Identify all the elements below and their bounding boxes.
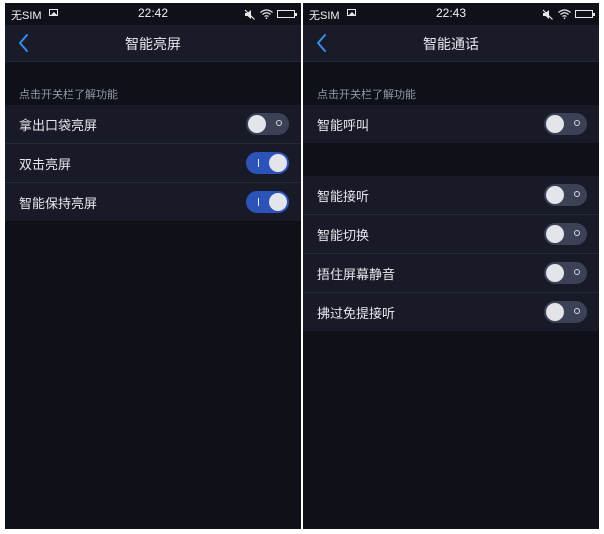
item-label: 智能切换 [317, 229, 370, 244]
left-phone-screen: 无SIM 22:42 智能亮屏 点击开关栏了解功能 拿出口袋亮屏 双击亮屏 智能… [5, 3, 301, 529]
item-label: 智能呼叫 [317, 119, 370, 134]
wifi-icon [260, 9, 273, 19]
off-mark-icon [574, 230, 580, 236]
mute-icon [542, 9, 553, 20]
toggle-knob [546, 115, 564, 133]
item-label: 智能保持亮屏 [19, 197, 98, 212]
off-mark-icon [276, 120, 282, 126]
settings-list: 拿出口袋亮屏 双击亮屏 智能保持亮屏 [5, 105, 301, 221]
list-item[interactable]: 捂住屏幕静音 [303, 254, 599, 293]
toggle-switch[interactable] [544, 262, 587, 284]
item-label: 双击亮屏 [19, 158, 72, 173]
item-label: 拂过免提接听 [317, 307, 396, 322]
list-item[interactable]: 拂过免提接听 [303, 293, 599, 331]
status-icons [542, 8, 595, 20]
wifi-icon [558, 9, 571, 19]
nav-bar: 智能通话 [303, 25, 599, 62]
toggle-knob [248, 115, 266, 133]
status-bar: 无SIM 22:43 [303, 3, 599, 25]
off-mark-icon [574, 308, 580, 314]
page-title: 智能通话 [423, 37, 479, 53]
toggle-knob [546, 225, 564, 243]
list-item[interactable]: 拿出口袋亮屏 [5, 105, 301, 144]
list-item[interactable]: 双击亮屏 [5, 144, 301, 183]
list-item[interactable]: 智能切换 [303, 215, 599, 254]
list-item[interactable]: 智能保持亮屏 [5, 183, 301, 221]
status-bar: 无SIM 22:42 [5, 3, 301, 25]
off-mark-icon [574, 191, 580, 197]
nav-bar: 智能亮屏 [5, 25, 301, 62]
list-item[interactable]: 智能呼叫 [303, 105, 599, 143]
on-mark-icon [258, 159, 259, 167]
section-header[interactable]: 点击开关栏了解功能 [303, 84, 599, 105]
mute-icon [244, 9, 255, 20]
on-mark-icon [258, 198, 259, 206]
item-label: 拿出口袋亮屏 [19, 119, 98, 134]
settings-list-group-2: 智能接听 智能切换 捂住屏幕静音 拂过免提接听 [303, 176, 599, 331]
toggle-knob [269, 193, 287, 211]
toggle-switch[interactable] [544, 184, 587, 206]
toggle-switch[interactable] [246, 191, 289, 213]
section-header[interactable]: 点击开关栏了解功能 [5, 84, 301, 105]
page-title: 智能亮屏 [125, 37, 181, 53]
item-label: 捂住屏幕静音 [317, 268, 396, 283]
off-mark-icon [574, 269, 580, 275]
toggle-switch[interactable] [246, 152, 289, 174]
off-mark-icon [574, 120, 580, 126]
list-item[interactable]: 智能接听 [303, 176, 599, 215]
status-icons [244, 8, 297, 20]
toggle-switch[interactable] [544, 223, 587, 245]
item-label: 智能接听 [317, 190, 370, 205]
toggle-knob [546, 264, 564, 282]
right-phone-screen: 无SIM 22:43 智能通话 点击开关栏了解功能 智能呼叫 智能接听 智能切换… [303, 3, 599, 529]
toggle-switch[interactable] [544, 301, 587, 323]
toggle-switch[interactable] [246, 113, 289, 135]
toggle-switch[interactable] [544, 113, 587, 135]
battery-icon [575, 10, 595, 18]
toggle-knob [546, 186, 564, 204]
toggle-knob [546, 303, 564, 321]
toggle-knob [269, 154, 287, 172]
battery-icon [277, 10, 297, 18]
settings-list-group-1: 智能呼叫 [303, 105, 599, 143]
